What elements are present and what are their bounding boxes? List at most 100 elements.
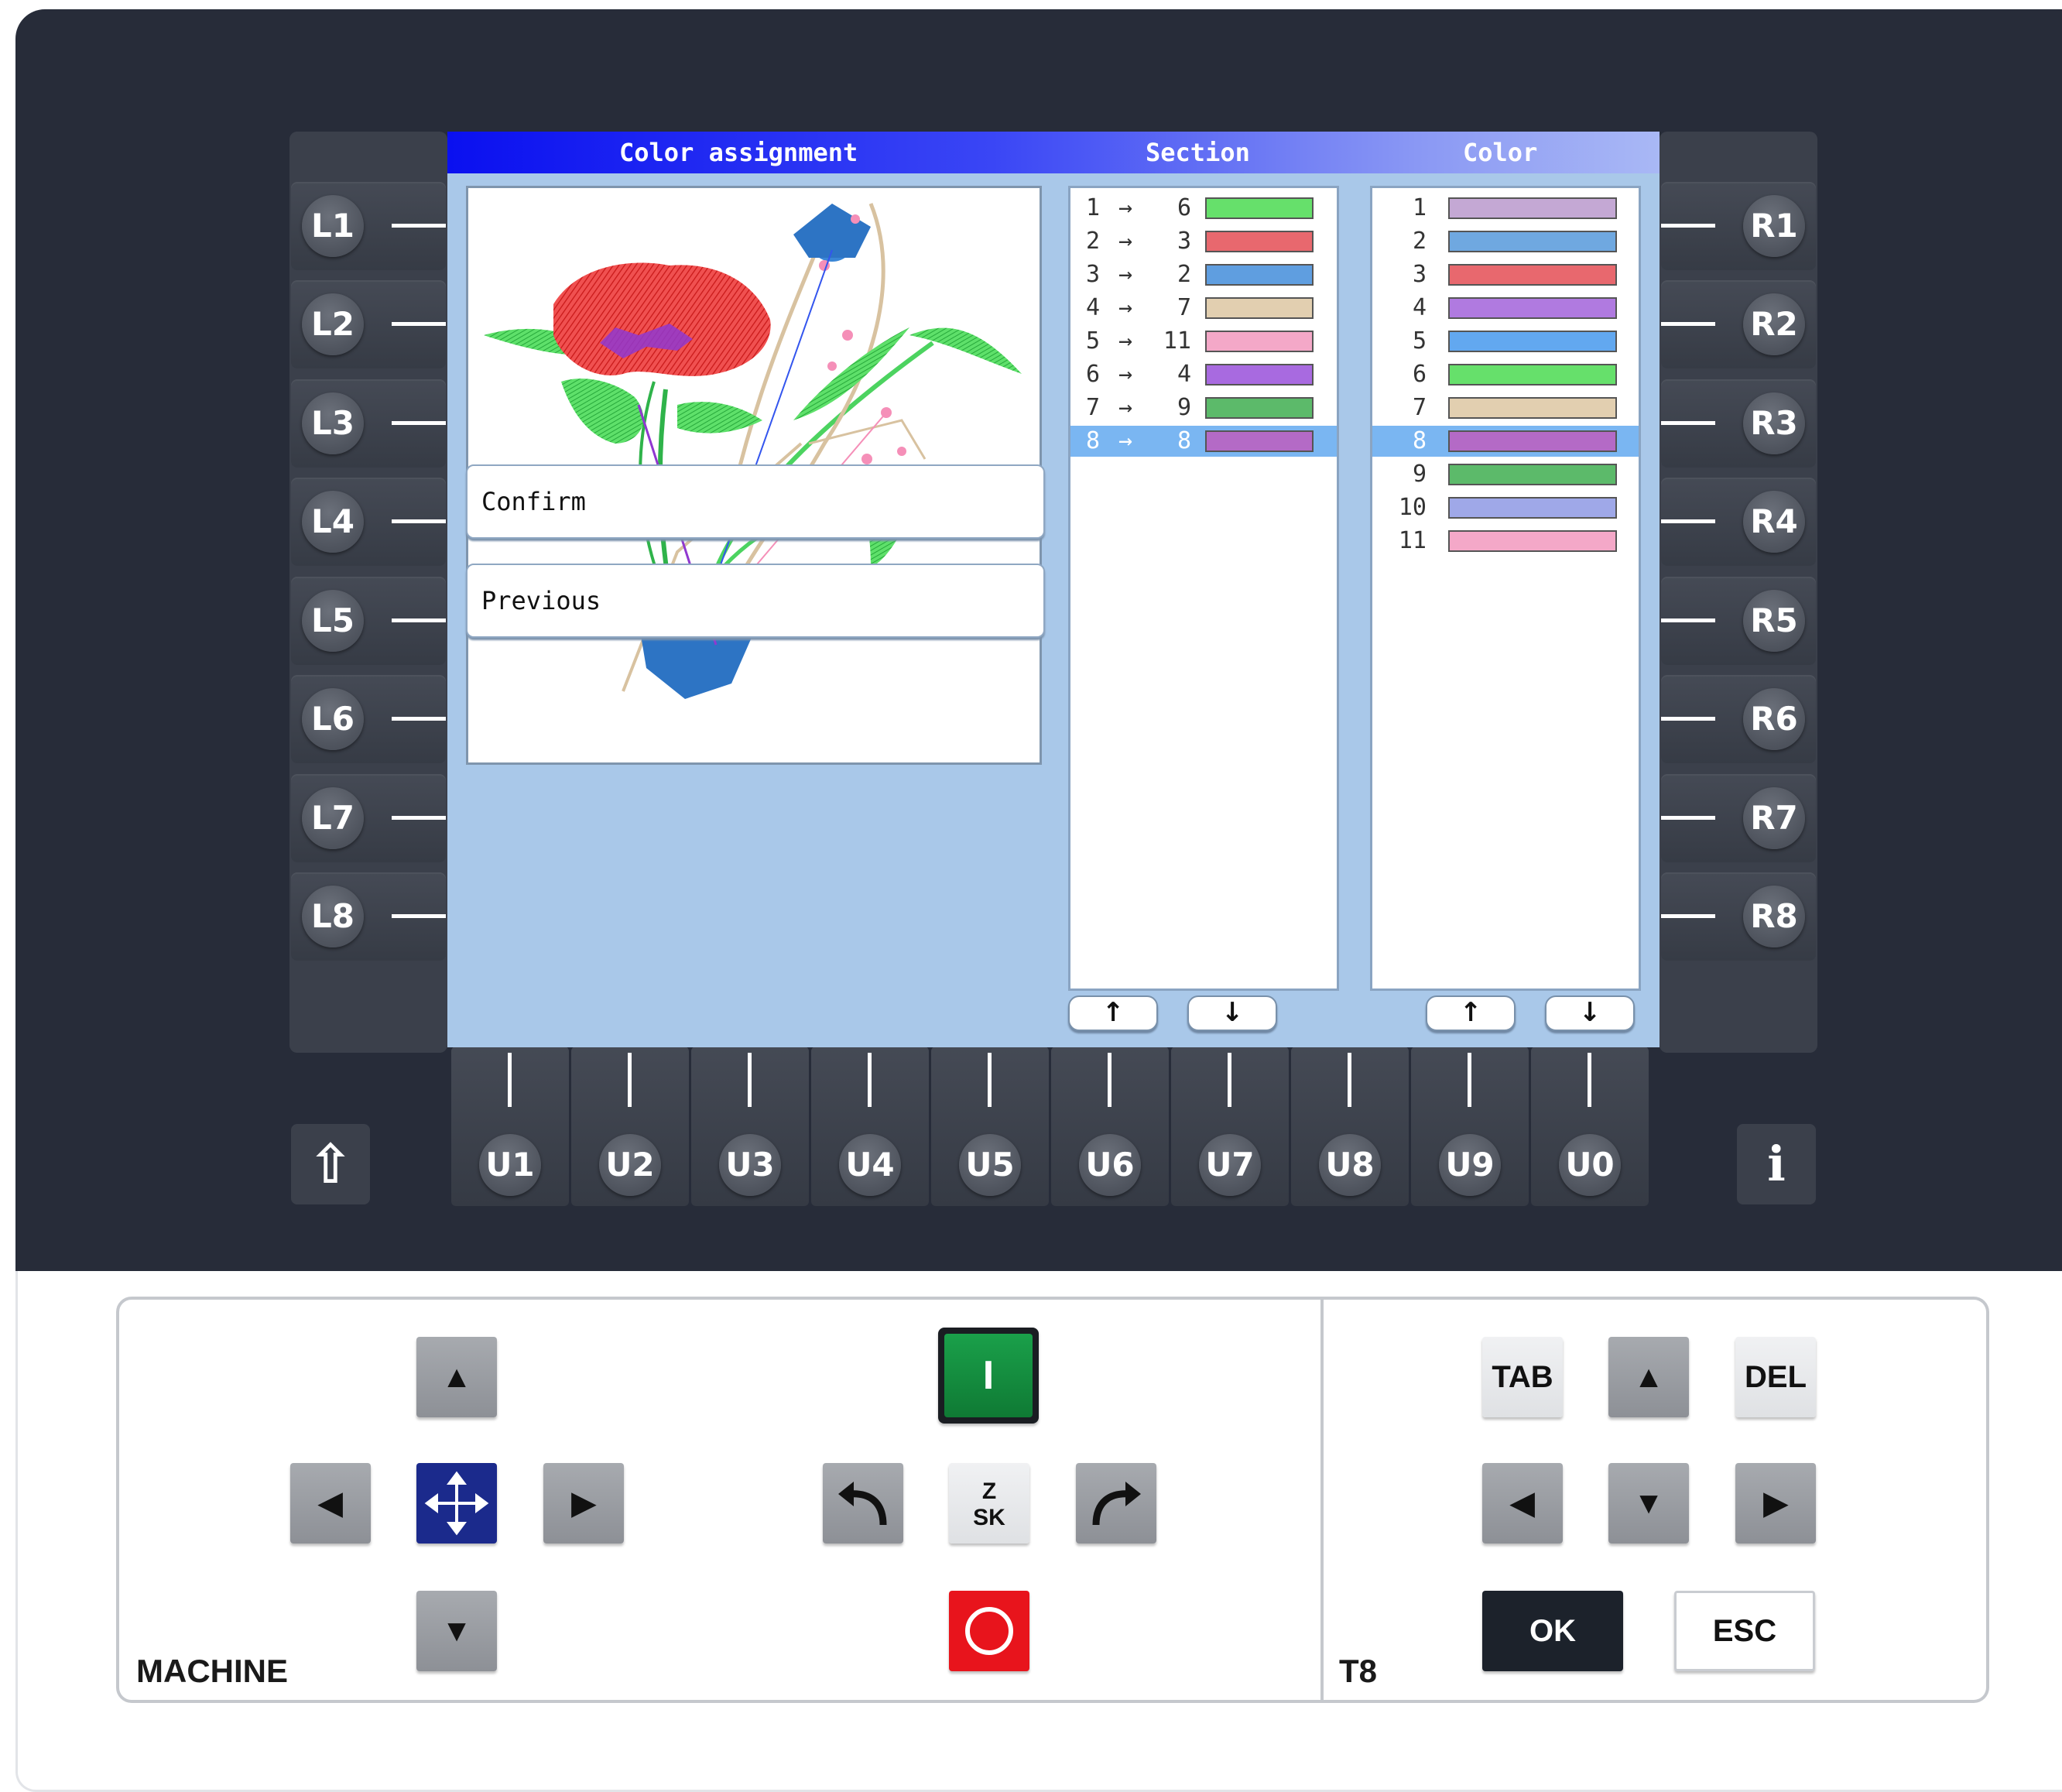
info-key[interactable]: i	[1737, 1124, 1816, 1204]
machine-left-key[interactable]: ◀	[290, 1463, 371, 1544]
del-key[interactable]: DEL	[1735, 1337, 1816, 1417]
softkey-u7[interactable]: U7	[1171, 1047, 1289, 1206]
t8-up-key[interactable]: ▲	[1608, 1337, 1689, 1417]
color-number: 7	[1412, 394, 1427, 421]
softkey-l2[interactable]: L2	[291, 280, 446, 368]
softkey-r4[interactable]: R4	[1661, 478, 1816, 566]
shift-key[interactable]: ⇧	[291, 1124, 370, 1204]
softkey-r3[interactable]: R3	[1661, 379, 1816, 468]
softkey-label: R5	[1743, 590, 1805, 652]
confirm-button[interactable]: Confirm	[466, 464, 1045, 539]
machine-down-key[interactable]: ▼	[416, 1591, 497, 1671]
section-to: 3	[1177, 228, 1191, 255]
color-row[interactable]: 7	[1372, 392, 1639, 423]
softkey-label: R6	[1743, 688, 1805, 750]
section-header: Section	[1146, 138, 1250, 167]
t8-down-key[interactable]: ▼	[1608, 1463, 1689, 1544]
section-scroll-down-button[interactable]: ↓	[1187, 995, 1277, 1031]
display-screen: Color assignment Section Color Confirm P…	[447, 132, 1660, 1047]
ok-key[interactable]: OK	[1482, 1591, 1623, 1671]
softkey-l3[interactable]: L3	[291, 379, 446, 468]
color-row[interactable]: 6	[1372, 359, 1639, 390]
softkey-l1[interactable]: L1	[291, 182, 446, 270]
section-from: 3	[1086, 261, 1101, 288]
t8-right-key[interactable]: ▶	[1735, 1463, 1816, 1544]
section-row[interactable]: 4 → 7	[1070, 293, 1337, 324]
softkey-pointer	[392, 322, 446, 326]
color-row[interactable]: 11	[1372, 526, 1639, 557]
color-number: 6	[1412, 361, 1427, 388]
section-scroll-up-button[interactable]: ↑	[1068, 995, 1158, 1031]
section-row[interactable]: 6 → 4	[1070, 359, 1337, 390]
color-list[interactable]: 1 2 3 4 5 6 7 8 9 10 11	[1370, 186, 1641, 991]
color-number: 3	[1412, 261, 1427, 288]
softkey-label: U7	[1199, 1134, 1261, 1196]
color-scroll-down-button[interactable]: ↓	[1545, 995, 1635, 1031]
softkey-pointer	[392, 914, 446, 918]
softkey-u5[interactable]: U5	[931, 1047, 1049, 1206]
section-row[interactable]: 1 → 6	[1070, 193, 1337, 224]
softkey-u3[interactable]: U3	[691, 1047, 809, 1206]
arrow-up-icon: ↑	[1459, 997, 1482, 1028]
softkey-label: R8	[1743, 886, 1805, 947]
ok-label: OK	[1529, 1614, 1576, 1648]
softkey-l6[interactable]: L6	[291, 675, 446, 763]
esc-key[interactable]: ESC	[1674, 1591, 1815, 1671]
softkey-u2[interactable]: U2	[571, 1047, 689, 1206]
section-list[interactable]: 1 → 6 2 → 3 3 → 2 4 → 7 5 → 11 6 → 4 7 → 9 8 → 8	[1068, 186, 1339, 991]
softkey-u6[interactable]: U6	[1051, 1047, 1169, 1206]
tab-key[interactable]: TAB	[1482, 1337, 1563, 1417]
section-row[interactable]: 3 → 2	[1070, 259, 1337, 290]
forward-key[interactable]	[1076, 1463, 1156, 1544]
softkey-pointer	[392, 224, 446, 228]
color-scroll-up-button[interactable]: ↑	[1426, 995, 1516, 1031]
machine-move-key[interactable]	[416, 1463, 497, 1544]
softkey-r5[interactable]: R5	[1661, 577, 1816, 665]
start-key[interactable]: I	[938, 1328, 1039, 1424]
arrow-down-icon: ▼	[1633, 1486, 1664, 1520]
softkey-u9[interactable]: U9	[1411, 1047, 1529, 1206]
softkey-label: R1	[1743, 195, 1805, 257]
section-row[interactable]: 7 → 9	[1070, 392, 1337, 423]
section-from: 1	[1086, 194, 1101, 221]
color-row[interactable]: 1	[1372, 193, 1639, 224]
softkey-pointer	[748, 1053, 752, 1107]
machine-right-key[interactable]: ▶	[543, 1463, 624, 1544]
softkey-r2[interactable]: R2	[1661, 280, 1816, 368]
section-row[interactable]: 5 → 11	[1070, 326, 1337, 357]
machine-label: MACHINE	[136, 1653, 288, 1689]
softkey-r8[interactable]: R8	[1661, 872, 1816, 961]
softkey-u1[interactable]: U1	[451, 1047, 569, 1206]
color-row[interactable]: 5	[1372, 326, 1639, 357]
softkey-r6[interactable]: R6	[1661, 675, 1816, 763]
softkey-l7[interactable]: L7	[291, 774, 446, 862]
softkey-l4[interactable]: L4	[291, 478, 446, 566]
color-row[interactable]: 10	[1372, 492, 1639, 523]
zsk-logo-key[interactable]: Z SK	[949, 1463, 1029, 1544]
t8-left-key[interactable]: ◀	[1482, 1463, 1563, 1544]
back-key[interactable]	[823, 1463, 903, 1544]
stop-key[interactable]	[949, 1591, 1029, 1671]
softkey-u0[interactable]: U0	[1531, 1047, 1649, 1206]
section-row[interactable]: 8 → 8	[1070, 426, 1337, 457]
softkey-u8[interactable]: U8	[1291, 1047, 1409, 1206]
softkey-r7[interactable]: R7	[1661, 774, 1816, 862]
softkey-l5[interactable]: L5	[291, 577, 446, 665]
arrow-down-icon: ↓	[1221, 997, 1244, 1028]
arrow-down-icon: ▼	[441, 1614, 472, 1648]
color-row[interactable]: 4	[1372, 293, 1639, 324]
previous-button[interactable]: Previous	[466, 564, 1045, 638]
color-row[interactable]: 2	[1372, 226, 1639, 257]
softkey-r1[interactable]: R1	[1661, 182, 1816, 270]
softkey-pointer	[1228, 1053, 1231, 1107]
section-row[interactable]: 2 → 3	[1070, 226, 1337, 257]
shift-arrow-icon: ⇧	[307, 1132, 354, 1196]
color-row[interactable]: 8	[1372, 426, 1639, 457]
softkey-l8[interactable]: L8	[291, 872, 446, 961]
color-row[interactable]: 9	[1372, 459, 1639, 490]
machine-up-key[interactable]: ▲	[416, 1337, 497, 1417]
softkey-u4[interactable]: U4	[811, 1047, 929, 1206]
softkey-pointer	[392, 421, 446, 425]
color-row[interactable]: 3	[1372, 259, 1639, 290]
color-number: 8	[1412, 427, 1427, 454]
